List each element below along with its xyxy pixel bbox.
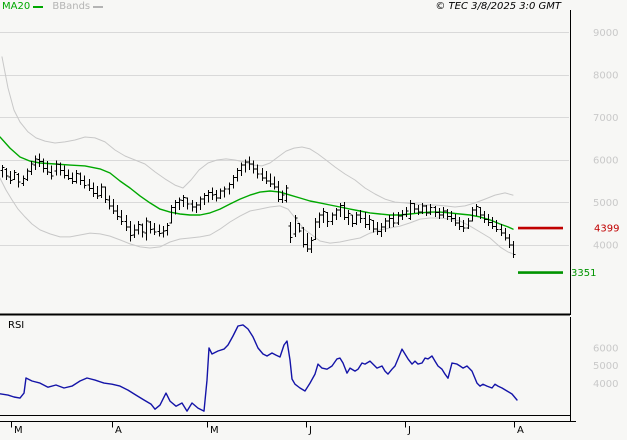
price-gridlines <box>0 32 569 246</box>
svg-text:6000: 6000 <box>593 344 618 355</box>
svg-text:8000: 8000 <box>593 70 618 81</box>
svg-text:7000: 7000 <box>593 113 618 124</box>
chart-window: 4399 3351 9000 8000 7000 6000 5000 4000 6000 50… <box>0 0 627 440</box>
copyright-text: © TEC 3/8/2025 3:0 GMT <box>435 1 561 12</box>
svg-text:J: J <box>308 425 312 436</box>
rsi-axis-labels: 6000 5000 4000 <box>593 344 618 390</box>
legend-bbands-label: BBands <box>52 1 91 12</box>
legend-ma20-label: MA20 <box>2 1 31 12</box>
svg-text:4399: 4399 <box>594 224 619 235</box>
bollinger-bands <box>0 56 514 255</box>
svg-text:A: A <box>517 425 524 436</box>
price-axis-labels: 9000 8000 7000 6000 5000 4000 <box>593 28 618 252</box>
rsi-panel-title: RSI <box>8 320 25 331</box>
svg-text:A: A <box>115 425 122 436</box>
svg-text:M: M <box>14 425 23 436</box>
chart-canvas: 4399 3351 9000 8000 7000 6000 5000 4000 6000 50… <box>0 10 619 436</box>
svg-text:3351: 3351 <box>571 268 596 279</box>
svg-text:4000: 4000 <box>593 379 618 390</box>
rsi-line <box>0 324 518 412</box>
ma20-line-swatch <box>33 6 44 8</box>
svg-text:9000: 9000 <box>593 28 618 39</box>
month-axis: MAMJJA <box>0 416 576 436</box>
svg-text:5000: 5000 <box>593 361 618 372</box>
panel-borders <box>0 10 572 417</box>
svg-text:J: J <box>407 425 411 436</box>
ohlc-bars <box>0 153 516 259</box>
chart-legend: MA20 BBands <box>2 1 109 14</box>
svg-text:M: M <box>210 425 219 436</box>
bbands-line-swatch <box>93 6 104 8</box>
svg-text:4000: 4000 <box>593 240 618 251</box>
svg-text:6000: 6000 <box>593 155 618 166</box>
svg-text:5000: 5000 <box>593 198 618 209</box>
